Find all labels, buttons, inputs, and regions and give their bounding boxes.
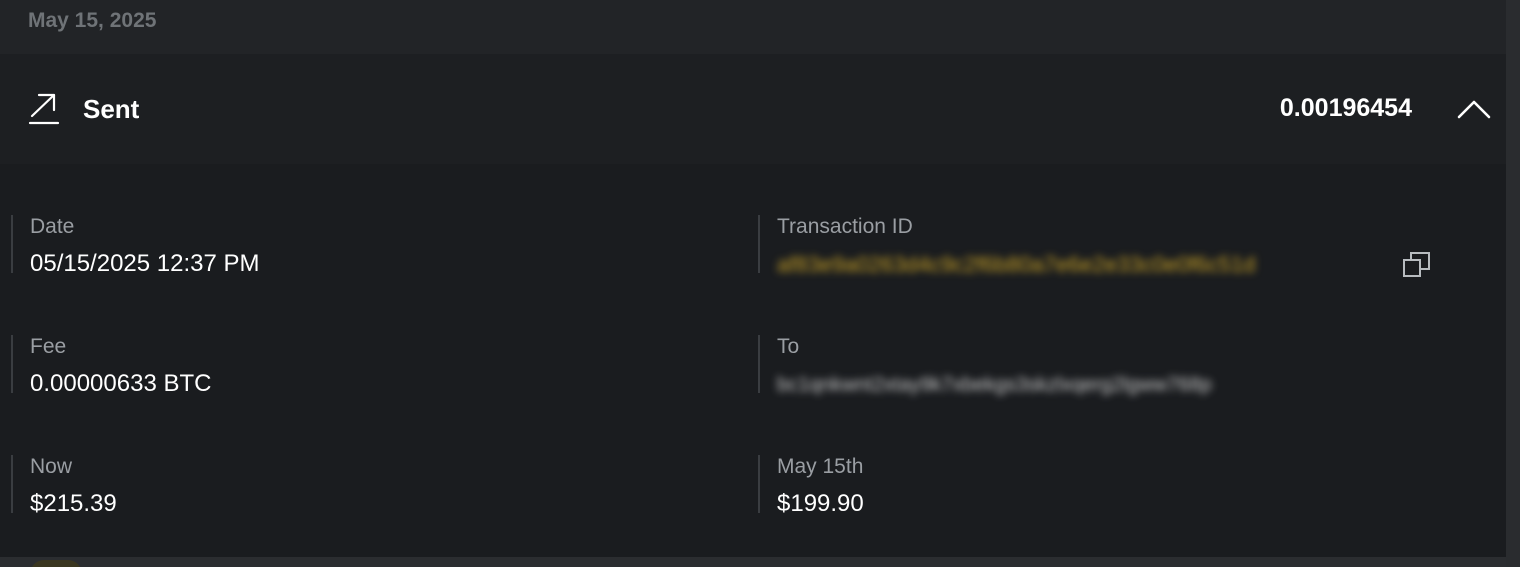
current-value-field: Now $215.39 — [11, 455, 713, 517]
chevron-up-icon[interactable] — [1456, 98, 1492, 120]
coin-avatar — [30, 560, 82, 567]
scrollbar[interactable] — [1506, 0, 1520, 567]
fee-value: 0.00000633 BTC — [30, 370, 212, 397]
transaction-summary-row[interactable]: Sent 0.00196454 — [0, 54, 1506, 164]
current-value-label: Now — [30, 455, 73, 478]
historical-value-label: May 15th — [777, 455, 864, 478]
fee-field: Fee 0.00000633 BTC — [11, 335, 713, 397]
copy-icon[interactable] — [1402, 251, 1432, 279]
transaction-page: May 15, 2025 Sent 0.00196454 Date 05/15/… — [0, 0, 1520, 567]
date-value: 05/15/2025 12:37 PM — [30, 250, 260, 277]
transaction-type-label: Sent — [83, 94, 140, 124]
transaction-card: Sent 0.00196454 Date 05/15/2025 12:37 PM… — [0, 54, 1506, 557]
transaction-id-field: Transaction ID af83e9a0263d4c9c2f6b80a7e… — [758, 215, 1460, 277]
transaction-id-link[interactable]: af83e9a0263d4c9c2f6b80a7e6e2e33c0e0f6c51… — [777, 252, 1377, 278]
to-field: To bc1qnkwnt2xtay9k7xbekgs3skzlxqerg2lgw… — [758, 335, 1460, 396]
date-group-label: May 15, 2025 — [28, 9, 157, 32]
current-value: $215.39 — [30, 490, 117, 517]
fee-label: Fee — [30, 335, 67, 358]
transaction-id-label: Transaction ID — [777, 215, 913, 238]
transaction-amount: 0.00196454 — [1279, 94, 1412, 122]
historical-value-field: May 15th $199.90 — [758, 455, 1460, 517]
date-group-header: May 15, 2025 — [0, 0, 1506, 54]
to-address: bc1qnkwnt2xtay9k7xbekgs3skzlxqerg2lgww76… — [777, 374, 1212, 396]
next-row-edge — [0, 557, 1506, 567]
to-label: To — [777, 335, 800, 358]
historical-value: $199.90 — [777, 490, 864, 517]
arrow-up-right-icon — [28, 93, 60, 125]
date-field: Date 05/15/2025 12:37 PM — [11, 215, 713, 277]
date-label: Date — [30, 215, 75, 238]
